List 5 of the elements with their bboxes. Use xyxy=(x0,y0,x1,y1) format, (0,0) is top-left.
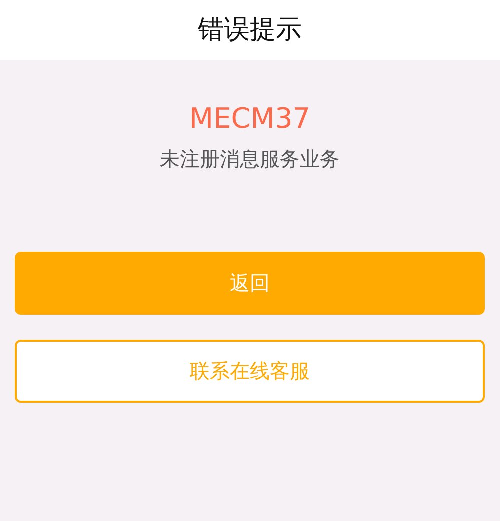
error-code: MECM37 xyxy=(189,102,311,136)
error-message: 未注册消息服务业务 xyxy=(160,146,340,173)
contact-service-button[interactable]: 联系在线客服 xyxy=(15,340,485,403)
back-button[interactable]: 返回 xyxy=(15,252,485,315)
page-title: 错误提示 xyxy=(198,14,302,46)
